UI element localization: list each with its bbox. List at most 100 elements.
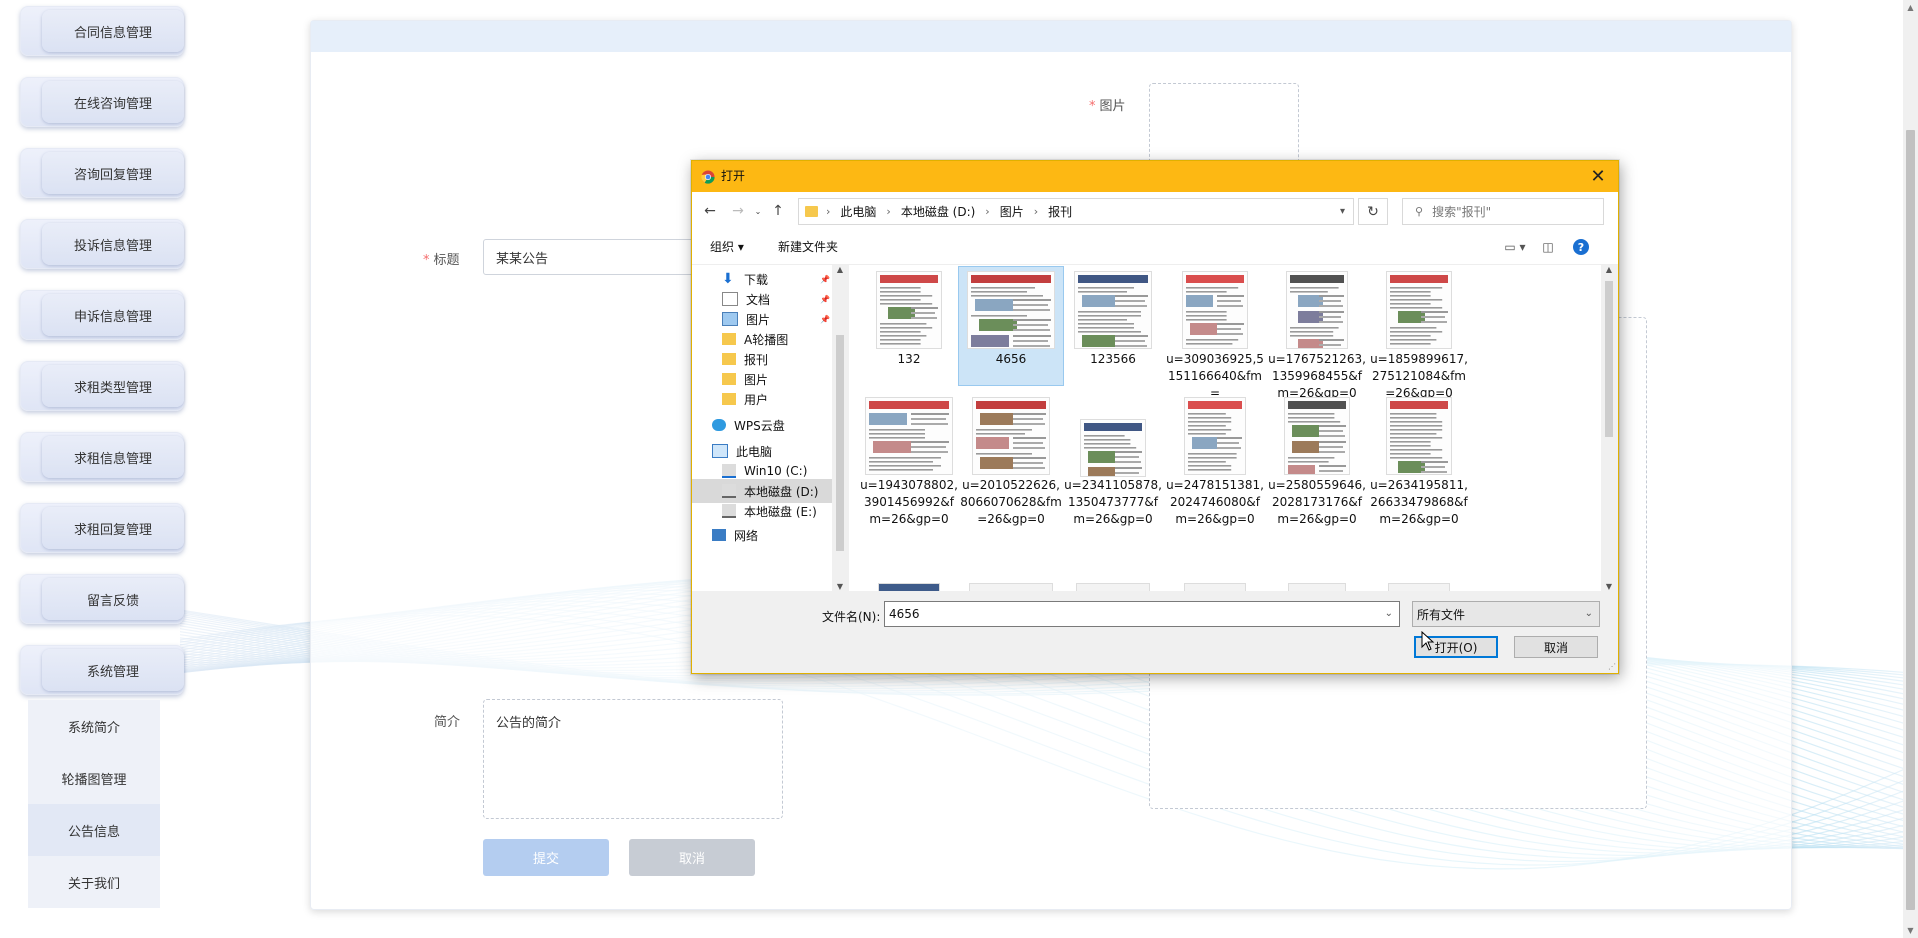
nav-item[interactable]: 用户 bbox=[692, 387, 832, 411]
breadcrumb-separator-icon[interactable]: › bbox=[826, 205, 830, 218]
file-thumbnail-partial[interactable] bbox=[1184, 583, 1246, 591]
breadcrumb-separator-icon[interactable]: › bbox=[1034, 205, 1038, 218]
windows-drive-icon bbox=[722, 464, 736, 478]
recent-locations-chevron-icon[interactable]: ⌄ bbox=[752, 192, 764, 230]
breadcrumb-item[interactable]: 本地磁盘 (D:) bbox=[901, 203, 975, 220]
file-thumbnail bbox=[1182, 271, 1248, 349]
sidebar-menu-item[interactable]: 在线咨询管理 bbox=[20, 77, 184, 127]
file-thumbnail-partial[interactable] bbox=[969, 583, 1053, 591]
file-item[interactable]: u=2580559646, 2028173176&f m=26&gp=0 bbox=[1265, 393, 1369, 526]
filename-input[interactable]: 4656 ⌄ bbox=[884, 601, 1400, 627]
cancel-form-button[interactable]: 取消 bbox=[629, 839, 755, 876]
nav-item[interactable]: 网络 bbox=[692, 523, 832, 547]
dialog-titlebar[interactable]: 打开 ✕ bbox=[692, 161, 1618, 192]
file-thumbnail-partial[interactable] bbox=[1076, 583, 1150, 591]
page-scrollbar-thumb[interactable] bbox=[1906, 130, 1915, 910]
sidebar-menu-label: 合同信息管理 bbox=[73, 25, 152, 41]
file-item[interactable]: u=1943078802, 3901456992&f m=26&gp=0 bbox=[857, 393, 961, 526]
search-input[interactable]: ⚲ 搜索"报刊" bbox=[1402, 198, 1604, 225]
sidebar-menu-item[interactable]: 求租信息管理 bbox=[20, 432, 184, 482]
file-thumbnail-partial[interactable] bbox=[1288, 583, 1346, 591]
file-thumbnail-partial[interactable] bbox=[1388, 583, 1450, 591]
file-item[interactable]: u=1767521263, 1359968455&f m=26&gp=0 bbox=[1265, 267, 1369, 400]
organize-menu[interactable]: 组织 ▾ bbox=[710, 230, 744, 264]
file-item[interactable]: 4656 bbox=[958, 266, 1064, 386]
filetype-select[interactable]: 所有文件 ⌄ bbox=[1412, 601, 1600, 627]
nav-item-label: 文档 bbox=[746, 292, 771, 307]
preview-pane-icon[interactable]: ◫ bbox=[1538, 230, 1558, 264]
chevron-down-icon[interactable]: ⌄ bbox=[1385, 602, 1393, 626]
mouse-cursor-icon bbox=[1421, 631, 1435, 651]
file-item[interactable]: u=2478151381, 2024746080&f m=26&gp=0 bbox=[1163, 393, 1267, 526]
submenu-item[interactable]: 系统简介 bbox=[28, 700, 160, 752]
sidebar-menu-item[interactable]: 系统管理 bbox=[20, 645, 184, 695]
scroll-down-arrow-icon[interactable]: ▼ bbox=[1903, 923, 1918, 938]
sidebar-menu-label: 求租回复管理 bbox=[73, 522, 152, 538]
help-icon[interactable]: ? bbox=[1573, 239, 1589, 255]
sidebar-menu-item[interactable]: 申诉信息管理 bbox=[20, 290, 184, 340]
address-bar[interactable]: › 此电脑 › 本地磁盘 (D:) › 图片 › 报刊 ▾ bbox=[798, 198, 1354, 225]
breadcrumb-item[interactable]: 报刊 bbox=[1048, 203, 1072, 220]
sidebar-menu-item[interactable]: 留言反馈 bbox=[20, 574, 184, 624]
file-item[interactable]: u=1859899617, 275121084&fm =26&gp=0 bbox=[1367, 267, 1471, 400]
file-item[interactable]: 132 bbox=[857, 267, 961, 385]
submenu-item[interactable]: 公告信息 bbox=[28, 804, 160, 856]
forward-arrow-icon[interactable]: → bbox=[728, 192, 748, 230]
new-folder-button[interactable]: 新建文件夹 bbox=[778, 230, 838, 264]
panel-header-strip bbox=[311, 21, 1791, 52]
download-icon: ⬇ bbox=[722, 271, 734, 287]
breadcrumb-item[interactable]: 图片 bbox=[1000, 203, 1024, 220]
intro-textarea[interactable]: 公告的简介 bbox=[483, 699, 783, 819]
close-icon[interactable]: ✕ bbox=[1578, 161, 1618, 192]
page-scrollbar[interactable]: ▲ ▼ bbox=[1903, 0, 1918, 938]
image-upload-box[interactable] bbox=[1149, 83, 1299, 165]
file-list-scrollbar-thumb[interactable] bbox=[1605, 281, 1613, 437]
file-item[interactable]: u=2010522626, 8066070628&fm =26&gp=0 bbox=[959, 393, 1063, 526]
file-list-scrollbar[interactable]: ▲ ▼ bbox=[1601, 265, 1617, 591]
file-name: u=2580559646, 2028173176&f m=26&gp=0 bbox=[1268, 478, 1366, 526]
file-name: u=2341105878, 1350473777&f m=26&gp=0 bbox=[1064, 478, 1162, 526]
sidebar-menu-item[interactable]: 求租回复管理 bbox=[20, 503, 184, 553]
scroll-down-arrow-icon[interactable]: ▼ bbox=[1601, 582, 1617, 591]
pin-icon: 📌 bbox=[820, 294, 830, 304]
filename-label: 文件名(N): bbox=[822, 610, 881, 624]
dialog-title: 打开 bbox=[721, 169, 746, 183]
refresh-icon[interactable]: ↻ bbox=[1358, 198, 1388, 225]
folder-icon bbox=[722, 333, 736, 345]
file-thumbnail bbox=[1386, 397, 1452, 475]
view-options-icon[interactable]: ▭ ▾ bbox=[1500, 230, 1530, 264]
file-thumbnail bbox=[972, 397, 1050, 475]
scroll-up-arrow-icon[interactable]: ▲ bbox=[1903, 0, 1918, 15]
submenu-item[interactable]: 关于我们 bbox=[28, 856, 160, 908]
file-thumbnail-partial[interactable] bbox=[878, 583, 940, 591]
breadcrumb-item[interactable]: 此电脑 bbox=[840, 203, 876, 220]
nav-item[interactable]: WPS云盘 bbox=[692, 413, 832, 437]
sidebar-menu-item[interactable]: 咨询回复管理 bbox=[20, 148, 184, 198]
file-item[interactable]: u=309036925,5 151166640&fm= 26&gp=0 bbox=[1163, 267, 1267, 417]
scroll-down-arrow-icon[interactable]: ▼ bbox=[832, 582, 848, 591]
scroll-up-arrow-icon[interactable]: ▲ bbox=[832, 265, 848, 274]
cancel-button[interactable]: 取消 bbox=[1514, 636, 1598, 658]
breadcrumb-separator-icon[interactable]: › bbox=[985, 205, 989, 218]
chevron-down-icon[interactable]: ▾ bbox=[1340, 199, 1345, 224]
resize-grip-icon[interactable]: ⋰ bbox=[1608, 662, 1616, 671]
up-arrow-icon[interactable]: ↑ bbox=[768, 192, 788, 230]
file-item[interactable]: u=2634195811, 26633479868&f m=26&gp=0 bbox=[1367, 393, 1471, 526]
navigation-scrollbar-thumb[interactable] bbox=[836, 335, 844, 551]
nav-item[interactable]: 本地磁盘 (E:) bbox=[692, 499, 832, 523]
file-item[interactable]: u=2341105878, 1350473777&f m=26&gp=0 bbox=[1061, 393, 1165, 526]
sidebar-menu-label: 在线咨询管理 bbox=[73, 96, 152, 112]
file-item[interactable]: 123566 bbox=[1061, 267, 1165, 385]
sidebar-menu-item[interactable]: 求租类型管理 bbox=[20, 361, 184, 411]
breadcrumb-separator-icon[interactable]: › bbox=[886, 205, 890, 218]
submenu-item[interactable]: 轮播图管理 bbox=[28, 752, 160, 804]
sidebar-menu-item[interactable]: 合同信息管理 bbox=[20, 6, 184, 56]
back-arrow-icon[interactable]: ← bbox=[700, 192, 720, 230]
file-name: u=1943078802, 3901456992&f m=26&gp=0 bbox=[860, 478, 958, 526]
sidebar-menu-item[interactable]: 投诉信息管理 bbox=[20, 219, 184, 269]
submit-button[interactable]: 提交 bbox=[483, 839, 609, 876]
navigation-scrollbar[interactable]: ▲ ▼ bbox=[832, 265, 848, 591]
title-input[interactable]: 某某公告 bbox=[483, 239, 723, 275]
scroll-up-arrow-icon[interactable]: ▲ bbox=[1601, 265, 1617, 274]
chevron-down-icon[interactable]: ⌄ bbox=[1585, 602, 1593, 626]
